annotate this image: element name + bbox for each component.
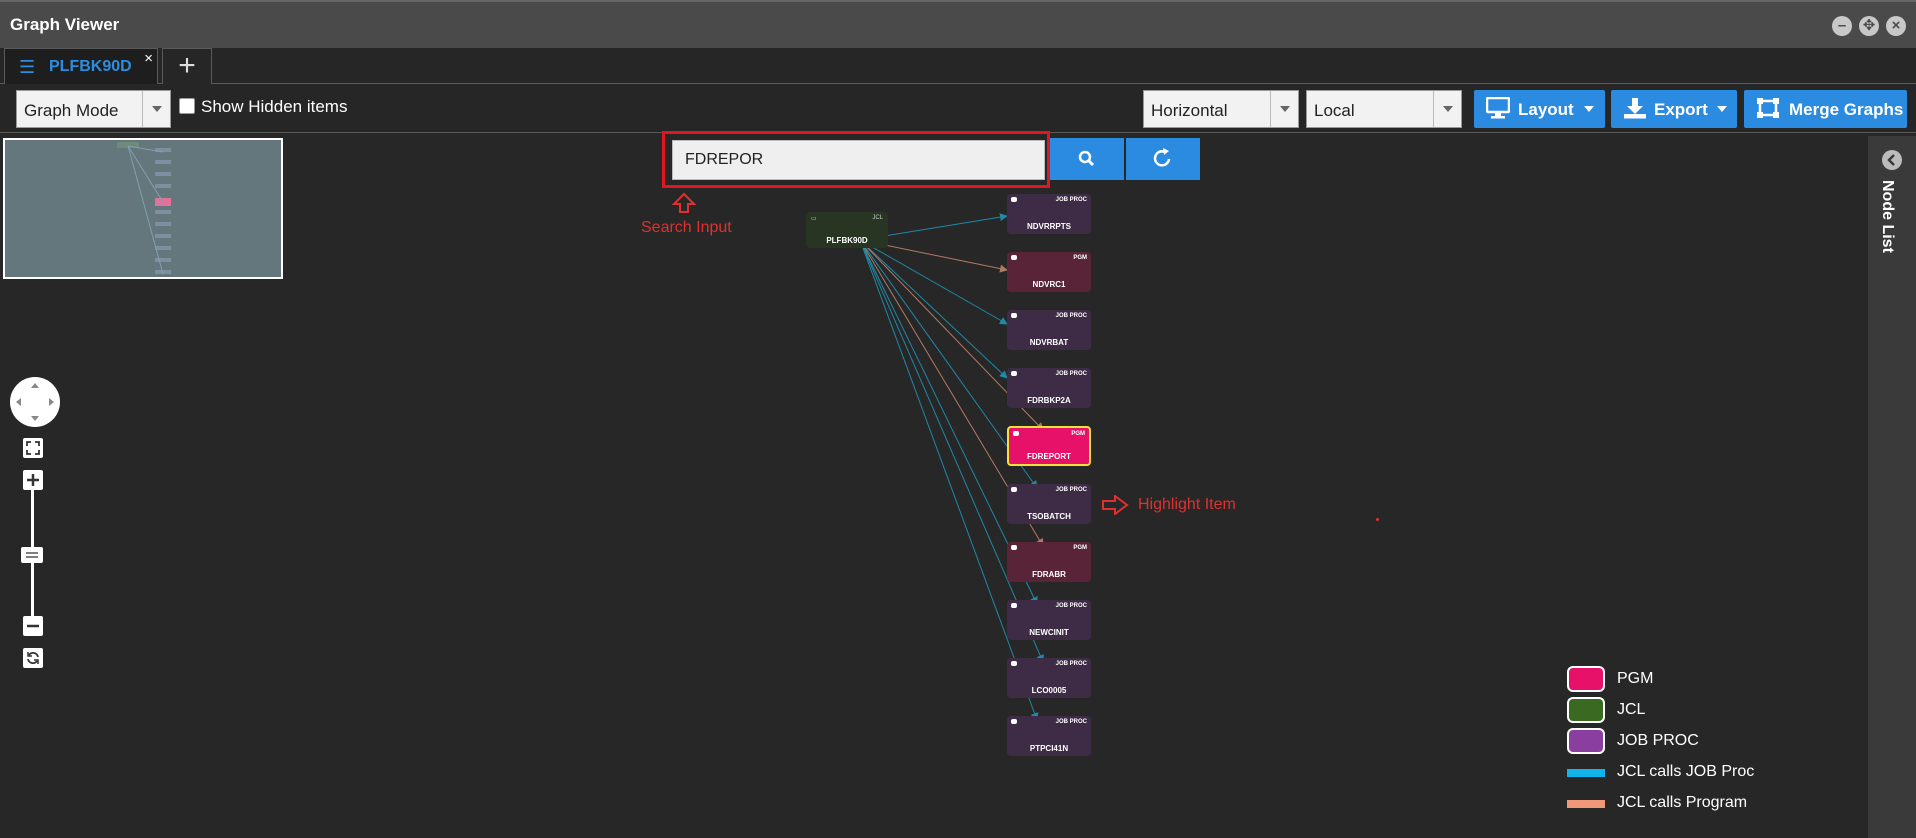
zoom-slider-handle[interactable] [21, 547, 43, 563]
legend-item-pgm: PGM [1567, 666, 1887, 692]
node-badge-icon [1011, 197, 1017, 202]
graph-node-type: JOB PROC [1055, 603, 1087, 609]
graph-node-lco0005[interactable]: JOB PROC LCO0005 [1007, 658, 1091, 698]
graph-node-type: PGM [1073, 545, 1087, 551]
plus-icon [27, 474, 39, 486]
graph-node-ndvrrpts[interactable]: JOB PROC NDVRRPTS [1007, 194, 1091, 234]
legend-swatch [1567, 697, 1605, 723]
graph-node-type: JOB PROC [1055, 487, 1087, 493]
node-badge-icon [1011, 371, 1017, 376]
pan-arrows-icon [16, 383, 54, 421]
legend-label: JCL [1617, 701, 1646, 718]
collapse-panel-icon[interactable] [1882, 150, 1902, 170]
handle-grip-icon [26, 552, 38, 558]
legend-swatch [1567, 728, 1605, 754]
graph-node-type: JOB PROC [1055, 719, 1087, 725]
graph-node-tsobatch[interactable]: JOB PROC TSOBATCH [1007, 484, 1091, 524]
graph-node-label: FDREPORT [1027, 452, 1071, 461]
zoom-in-button[interactable] [23, 470, 43, 490]
jcl-node-icon: ▭ [811, 216, 817, 222]
graph-node-label: PTPCI41N [1029, 744, 1069, 753]
graph-node-label: LCO0005 [1031, 686, 1067, 695]
legend-label: JCL calls Program [1617, 794, 1748, 811]
node-badge-icon [1011, 255, 1017, 260]
node-badge-icon [1011, 545, 1017, 550]
fit-to-screen-button[interactable] [23, 438, 43, 458]
graph-node-label: NDVRC1 [1032, 280, 1066, 289]
legend-line [1567, 769, 1605, 777]
node-badge-icon [1013, 431, 1019, 436]
graph-node-ndvrbat[interactable]: JOB PROC NDVRBAT [1007, 310, 1091, 350]
node-list-label: Node List [1879, 180, 1896, 253]
graph-node-type: JOB PROC [1055, 197, 1087, 203]
legend-item-jcl: JCL [1567, 697, 1887, 723]
graph-node-type: JOB PROC [1055, 661, 1087, 667]
graph-node-type: JOB PROC [1055, 371, 1087, 377]
graph-node-newcinit[interactable]: JOB PROC NEWCINIT [1007, 600, 1091, 640]
legend-item-job-proc: JOB PROC [1567, 728, 1887, 754]
pan-control[interactable] [10, 377, 60, 427]
graph-node-root[interactable]: ▭ JCL PLFBK90D [806, 212, 888, 248]
fullscreen-icon [26, 441, 40, 455]
graph-node-type: JOB PROC [1055, 313, 1087, 319]
graph-node-label: FDRBKP2A [1027, 396, 1071, 405]
graph-node-fdrabr[interactable]: PGM FDRABR [1007, 542, 1091, 582]
minus-icon [27, 624, 39, 628]
graph-node-type: PGM [1071, 431, 1085, 437]
legend-item-jcl-calls-job-proc: JCL calls JOB Proc [1567, 759, 1887, 785]
reset-icon [27, 652, 39, 664]
graph-node-label: TSOBATCH [1027, 512, 1071, 521]
graph-node-label: NEWCINIT [1029, 628, 1069, 637]
graph-node-label: NDVRRPTS [1026, 222, 1071, 231]
restore-icon[interactable]: ✥ [1859, 16, 1879, 36]
graph-node-label: FDRABR [1032, 570, 1066, 579]
close-window-icon[interactable]: × [1886, 16, 1906, 36]
zoom-out-button[interactable] [23, 616, 43, 636]
graph-node-label: NDVRBAT [1029, 338, 1069, 347]
graph-edge [859, 239, 1008, 325]
node-badge-icon [1011, 313, 1017, 318]
node-badge-icon [1011, 719, 1017, 724]
graph-node-fdrbkp2a[interactable]: JOB PROC FDRBKP2A [1007, 368, 1091, 408]
legend-label: JCL calls JOB Proc [1617, 763, 1755, 780]
graph-node-type: PGM [1073, 255, 1087, 261]
graph-node-fdreport[interactable]: PGM FDREPORT [1007, 426, 1091, 466]
graph-viewer-app: Graph Viewer – ✥ × ☰ PLFBK90D × + Graph … [0, 0, 1916, 838]
reset-view-button[interactable] [23, 648, 43, 668]
jcl-node-tag-icon: JCL [872, 215, 883, 221]
node-badge-icon [1011, 487, 1017, 492]
legend-item-jcl-calls-program: JCL calls Program [1567, 790, 1887, 816]
node-badge-icon [1011, 603, 1017, 608]
legend-label: JOB PROC [1617, 732, 1699, 749]
graph-node-ptpci41n[interactable]: JOB PROC PTPCI41N [1007, 716, 1091, 756]
node-badge-icon [1011, 661, 1017, 666]
graph-edge [859, 239, 1008, 379]
graph-node-ndvrc1[interactable]: PGM NDVRC1 [1007, 252, 1091, 292]
legend-label: PGM [1617, 670, 1654, 687]
legend-swatch [1567, 666, 1605, 692]
legend-line [1567, 800, 1605, 808]
graph-node-label: PLFBK90D [826, 236, 868, 245]
